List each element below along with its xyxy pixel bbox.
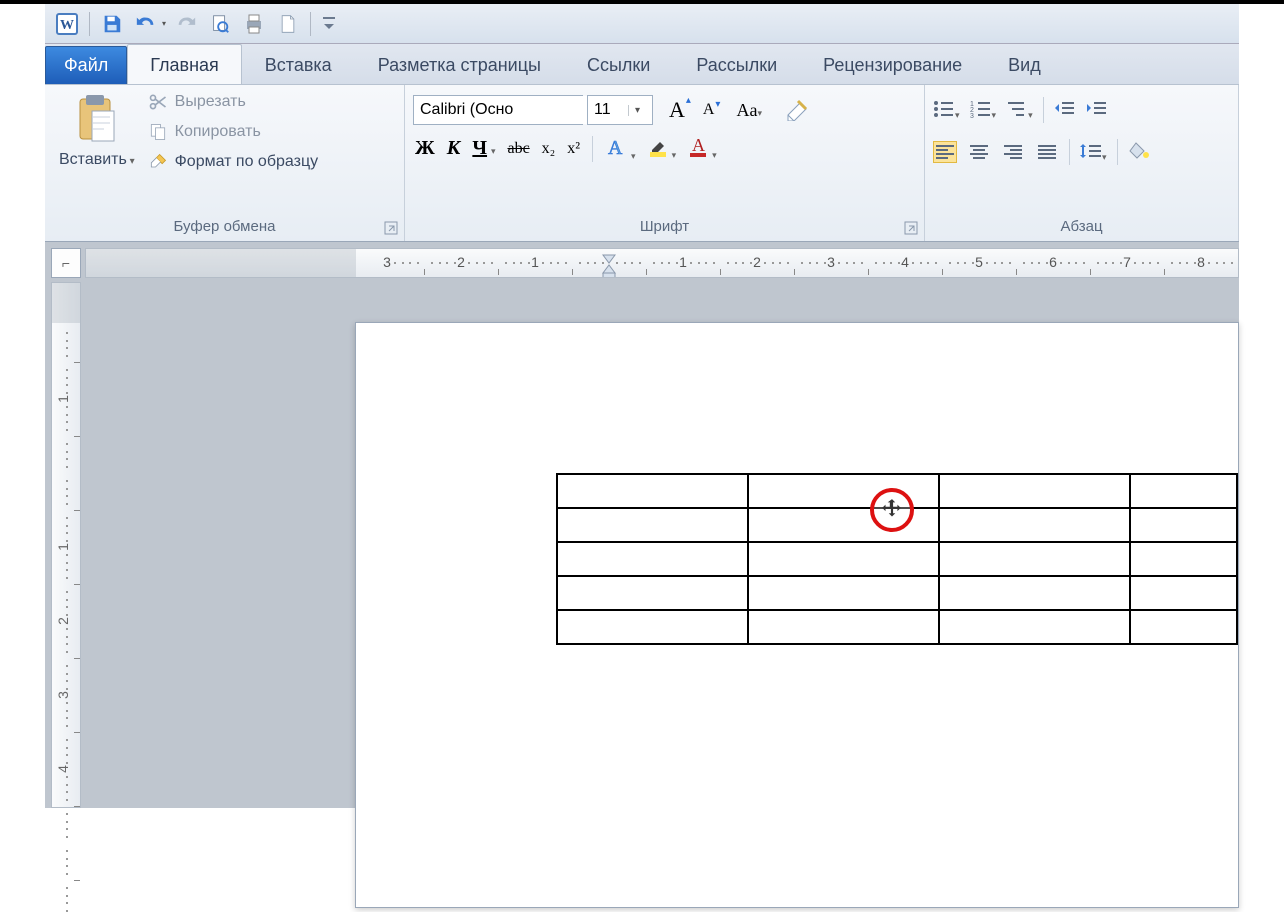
workspace: ⌐ 321123456789 11234 [45, 242, 1239, 808]
subscript-button[interactable]: x₂ [542, 140, 556, 158]
superscript-button[interactable]: x² [567, 140, 580, 158]
tab-mailings[interactable]: Рассылки [673, 44, 800, 85]
vertical-ruler[interactable]: 11234 [51, 282, 81, 808]
redo-icon[interactable] [172, 10, 200, 38]
tab-references[interactable]: Ссылки [564, 44, 673, 85]
italic-button[interactable]: К [447, 137, 461, 160]
clear-formatting-icon[interactable] [784, 97, 810, 124]
indent-marker-icon[interactable] [602, 249, 616, 278]
copy-icon [147, 121, 169, 143]
copy-label: Копировать [175, 123, 261, 141]
quick-access-toolbar: W ▾ [45, 4, 1239, 44]
cut-button[interactable]: Вырезать [147, 91, 318, 113]
font-color-icon[interactable]: A▾ [688, 136, 717, 161]
quick-print-icon[interactable] [240, 10, 268, 38]
strikethrough-button[interactable]: abc [507, 140, 529, 158]
text-effects-icon[interactable]: A▾ [605, 135, 636, 162]
bullets-icon[interactable]: ▾ [933, 100, 960, 121]
scissors-icon [147, 91, 169, 113]
save-icon[interactable] [98, 10, 126, 38]
separator [592, 136, 593, 162]
tab-home[interactable]: Главная [127, 44, 242, 85]
horizontal-ruler[interactable]: 321123456789 [85, 248, 1239, 278]
separator [89, 12, 90, 36]
brush-icon [147, 151, 169, 173]
undo-dropdown-icon[interactable]: ▾ [162, 19, 166, 28]
group-clipboard: Вставить Вырезать Копировать Формат по о… [45, 85, 405, 241]
table-row[interactable] [557, 542, 1237, 576]
paste-button[interactable]: Вставить [53, 91, 141, 171]
word-app-icon[interactable]: W [53, 10, 81, 38]
shading-icon[interactable] [1128, 141, 1150, 164]
highlight-icon[interactable]: ▾ [648, 136, 677, 161]
svg-text:W: W [60, 18, 74, 33]
tab-page-layout[interactable]: Разметка страницы [355, 44, 564, 85]
group-label-paragraph: Абзац [925, 214, 1238, 241]
print-preview-icon[interactable] [206, 10, 234, 38]
decrease-indent-icon[interactable] [1054, 100, 1076, 121]
table-row[interactable] [557, 610, 1237, 644]
bold-button[interactable]: Ж [415, 137, 435, 160]
group-label-font: Шрифт [405, 214, 924, 241]
paste-label: Вставить [59, 151, 135, 169]
tab-view[interactable]: Вид [985, 44, 1064, 85]
numbering-icon[interactable]: 123▾ [970, 100, 997, 121]
copy-button[interactable]: Копировать [147, 121, 318, 143]
svg-text:3: 3 [970, 113, 974, 118]
cut-label: Вырезать [175, 93, 246, 111]
svg-text:A: A [692, 136, 705, 155]
multilevel-list-icon[interactable]: ▾ [1006, 100, 1033, 121]
shrink-font-icon[interactable]: A▾ [703, 101, 715, 119]
increase-indent-icon[interactable] [1086, 100, 1108, 121]
move-cursor-icon [870, 488, 914, 532]
font-size-input[interactable] [588, 96, 628, 124]
grow-font-icon[interactable]: A▴ [669, 97, 685, 123]
group-paragraph: ▾ 123▾ ▾ ▾ [925, 85, 1239, 241]
font-name-combo[interactable]: ▾ [413, 95, 583, 125]
format-painter-label: Формат по образцу [175, 153, 318, 171]
format-painter-button[interactable]: Формат по образцу [147, 151, 318, 173]
new-document-icon[interactable] [274, 10, 302, 38]
svg-text:A: A [608, 137, 623, 159]
table-row[interactable] [557, 576, 1237, 610]
separator [1117, 139, 1118, 165]
ribbon: Вставить Вырезать Копировать Формат по о… [45, 84, 1239, 242]
document-page[interactable] [355, 322, 1239, 908]
tab-review[interactable]: Рецензирование [800, 44, 985, 85]
tab-insert[interactable]: Вставка [242, 44, 355, 85]
ruler-corner-icon[interactable]: ⌐ [51, 248, 81, 278]
tab-file[interactable]: Файл [45, 46, 127, 85]
group-label-clipboard: Буфер обмена [45, 214, 404, 241]
underline-button[interactable]: Ч ▾ [472, 137, 495, 160]
align-left-icon[interactable] [933, 141, 957, 163]
line-spacing-icon[interactable]: ▾ [1080, 142, 1107, 163]
align-center-icon[interactable] [967, 141, 991, 163]
align-justify-icon[interactable] [1035, 141, 1059, 163]
font-size-combo[interactable]: ▾ [587, 95, 653, 125]
separator [310, 12, 311, 36]
align-right-icon[interactable] [1001, 141, 1025, 163]
dialog-launcher-icon[interactable] [904, 221, 918, 235]
undo-icon[interactable] [132, 10, 160, 38]
customize-qat-icon[interactable] [319, 10, 339, 38]
dialog-launcher-icon[interactable] [384, 221, 398, 235]
separator [1069, 139, 1070, 165]
change-case-icon[interactable]: Aa▾ [736, 100, 762, 121]
ribbon-tabs: Файл Главная Вставка Разметка страницы С… [45, 44, 1239, 84]
separator [1043, 97, 1044, 123]
group-font: ▾ ▾ A▴ A▾ Aa▾ Ж К [405, 85, 925, 241]
chevron-down-icon[interactable]: ▾ [628, 105, 646, 116]
